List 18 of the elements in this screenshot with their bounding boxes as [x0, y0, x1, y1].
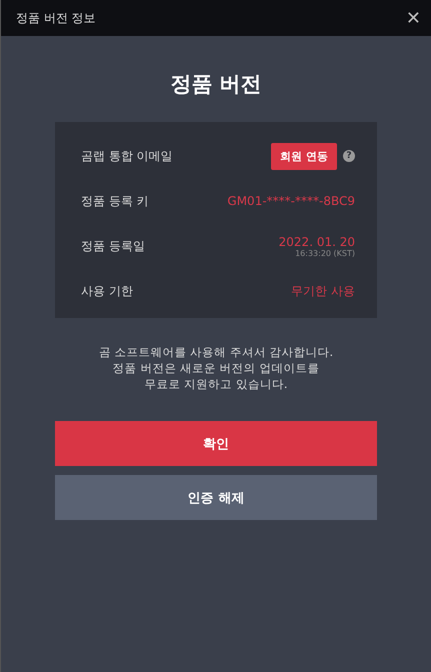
deactivate-button[interactable]: 인증 해제	[55, 475, 377, 520]
window-title: 정품 버전 정보	[16, 10, 96, 26]
message-text: 정품 버전은 새로운 버전의 업데이트를	[112, 360, 320, 376]
confirm-button[interactable]: 확인	[55, 421, 377, 466]
info-label: 정품 등록 키	[81, 192, 149, 210]
info-value: 2022. 01. 20	[278, 235, 355, 250]
message-text: 무료로 지원하고 있습니다.	[144, 376, 288, 392]
time-text: 16:33:20 (KST)	[295, 249, 355, 258]
info-label: 곰랩 통합 이메일	[81, 148, 173, 164]
dialog-heading: 정품 버전	[170, 71, 262, 98]
info-value: GM01-****-****-8BC9	[227, 194, 355, 208]
info-label: 사용 기한	[81, 283, 133, 300]
link-account-button[interactable]: 회원 연동	[271, 142, 337, 170]
info-value: 무기한 사용	[291, 283, 355, 300]
close-button[interactable]: ✕	[402, 8, 425, 28]
help-icon[interactable]: ?	[343, 150, 355, 162]
info-label: 정품 등록일	[81, 238, 145, 256]
message-text: 곰 소프트웨어를 사용해 주셔서 감사합니다.	[98, 344, 334, 360]
